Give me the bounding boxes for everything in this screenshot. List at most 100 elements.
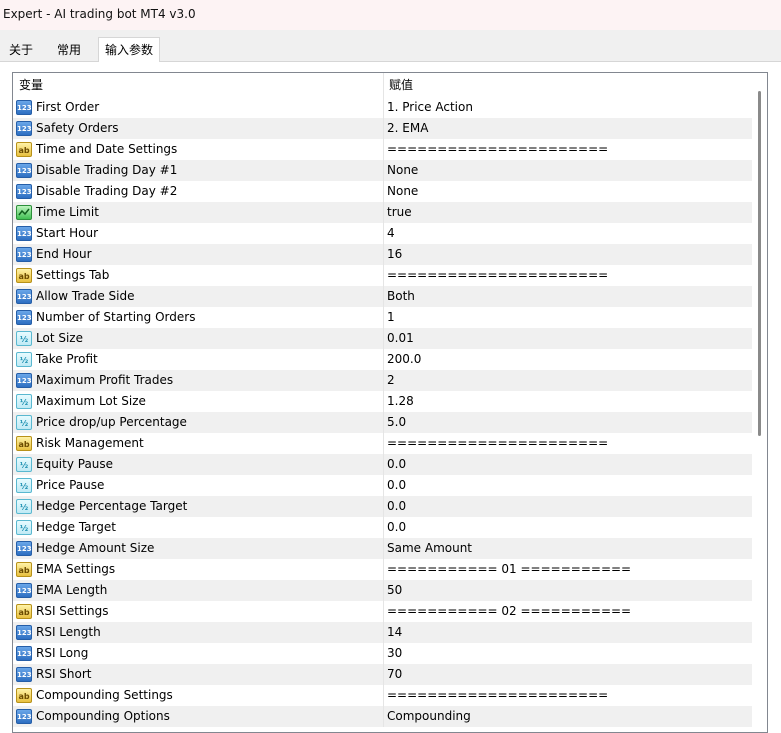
parameter-value[interactable]: 0.0	[387, 517, 406, 538]
parameter-value[interactable]: 0.01	[387, 328, 414, 349]
parameter-name: Lot Size	[36, 331, 83, 345]
integer-type-icon: 123	[16, 709, 32, 724]
parameter-name: End Hour	[36, 247, 92, 261]
table-row[interactable]: 123 Disable Trading Day #1 None	[13, 160, 753, 181]
string-type-icon: ab	[16, 562, 32, 577]
table-row[interactable]: ab Settings Tab ======================	[13, 265, 753, 286]
parameter-value[interactable]: 1	[387, 307, 395, 328]
parameter-value[interactable]: 50	[387, 580, 402, 601]
table-row[interactable]: 123 RSI Length 14	[13, 622, 753, 643]
parameter-value[interactable]: ======================	[387, 685, 608, 706]
parameter-name: Price drop/up Percentage	[36, 415, 187, 429]
vertical-scrollbar[interactable]	[752, 73, 767, 732]
column-divider	[383, 433, 384, 454]
table-row[interactable]: 123 RSI Short 70	[13, 664, 753, 685]
parameter-name: RSI Length	[36, 625, 101, 639]
parameter-value[interactable]: 14	[387, 622, 402, 643]
double-type-icon: ½	[16, 499, 32, 514]
double-type-icon: ½	[16, 478, 32, 493]
table-row[interactable]: ½ Maximum Lot Size 1.28	[13, 391, 753, 412]
tab-about[interactable]: 关于	[9, 39, 33, 62]
table-row[interactable]: ab Time and Date Settings ================…	[13, 139, 753, 160]
parameter-value[interactable]: 2. EMA	[387, 118, 428, 139]
parameter-value[interactable]: None	[387, 181, 418, 202]
parameter-value[interactable]: ======================	[387, 433, 608, 454]
parameter-name: Price Pause	[36, 478, 105, 492]
parameter-value[interactable]: 70	[387, 664, 402, 685]
parameter-value[interactable]: 2	[387, 370, 395, 391]
table-row[interactable]: Time Limit true	[13, 202, 753, 223]
column-divider	[383, 244, 384, 265]
parameter-value[interactable]: None	[387, 160, 418, 181]
integer-type-icon: 123	[16, 184, 32, 199]
inputs-table: 变量 赋值 123 First Order 1. Price Action 123 Sa…	[12, 72, 768, 733]
string-type-icon: ab	[16, 142, 32, 157]
parameter-name: RSI Long	[36, 646, 89, 660]
parameter-value[interactable]: true	[387, 202, 412, 223]
table-row[interactable]: 123 Maximum Profit Trades 2	[13, 370, 753, 391]
parameter-value[interactable]: =========== 01 ===========	[387, 559, 631, 580]
table-row[interactable]: ½ Hedge Target 0.0	[13, 517, 753, 538]
column-divider	[383, 139, 384, 160]
parameter-value[interactable]: 0.0	[387, 496, 406, 517]
table-row[interactable]: 123 Allow Trade Side Both	[13, 286, 753, 307]
table-row[interactable]: ½ Hedge Percentage Target 0.0	[13, 496, 753, 517]
column-divider	[383, 202, 384, 223]
table-row[interactable]: 123 Safety Orders 2. EMA	[13, 118, 753, 139]
parameter-name: Equity Pause	[36, 457, 114, 471]
double-type-icon: ½	[16, 415, 32, 430]
table-row[interactable]: 123 RSI Long 30	[13, 643, 753, 664]
table-row[interactable]: ½ Price Pause 0.0	[13, 475, 753, 496]
parameter-name: Number of Starting Orders	[36, 310, 196, 324]
integer-type-icon: 123	[16, 163, 32, 178]
table-row[interactable]: ab RSI Settings =========== 02 ===========	[13, 601, 753, 622]
parameter-value[interactable]: 0.0	[387, 475, 406, 496]
parameter-name: Maximum Profit Trades	[36, 373, 174, 387]
header-variable[interactable]: 变量	[13, 73, 43, 97]
table-row[interactable]: 123 First Order 1. Price Action	[13, 97, 753, 118]
parameter-value[interactable]: 4	[387, 223, 395, 244]
parameter-value[interactable]: 1. Price Action	[387, 97, 473, 118]
table-row[interactable]: ab EMA Settings =========== 01 ===========	[13, 559, 753, 580]
parameter-value[interactable]: 200.0	[387, 349, 421, 370]
table-row[interactable]: ½ Equity Pause 0.0	[13, 454, 753, 475]
parameter-name: Start Hour	[36, 226, 99, 240]
table-row[interactable]: 123 Start Hour 4	[13, 223, 753, 244]
parameter-name: Time Limit	[36, 205, 99, 219]
table-row[interactable]: ½ Take Profit 200.0	[13, 349, 753, 370]
header-value[interactable]: 赋值	[383, 73, 413, 97]
parameter-value[interactable]: =========== 02 ===========	[387, 601, 631, 622]
double-type-icon: ½	[16, 457, 32, 472]
parameter-value[interactable]: 1.28	[387, 391, 414, 412]
column-divider	[383, 454, 384, 475]
parameter-value[interactable]: ======================	[387, 265, 608, 286]
table-row[interactable]: 123 Hedge Amount Size Same Amount	[13, 538, 753, 559]
parameter-value[interactable]: Both	[387, 286, 415, 307]
parameter-value[interactable]: 16	[387, 244, 402, 265]
parameter-value[interactable]: ======================	[387, 139, 608, 160]
integer-type-icon: 123	[16, 310, 32, 325]
parameter-value[interactable]: 5.0	[387, 412, 406, 433]
table-row[interactable]: ½ Price drop/up Percentage 5.0	[13, 412, 753, 433]
column-divider	[383, 286, 384, 307]
scrollbar-thumb[interactable]	[758, 91, 761, 436]
parameter-value[interactable]: Same Amount	[387, 538, 472, 559]
parameter-name: Maximum Lot Size	[36, 394, 146, 408]
parameter-value[interactable]: 30	[387, 643, 402, 664]
table-row[interactable]: 123 Disable Trading Day #2 None	[13, 181, 753, 202]
table-row[interactable]: ½ Lot Size 0.01	[13, 328, 753, 349]
table-row[interactable]: ab Risk Management ======================	[13, 433, 753, 454]
parameter-value[interactable]: 0.0	[387, 454, 406, 475]
parameter-name: Hedge Target	[36, 520, 116, 534]
tab-inputs[interactable]: 输入参数	[98, 37, 161, 63]
table-row[interactable]: 123 EMA Length 50	[13, 580, 753, 601]
tab-content: 变量 赋值 123 First Order 1. Price Action 123 Sa…	[0, 62, 781, 733]
table-row[interactable]: ab Compounding Settings ==================…	[13, 685, 753, 706]
table-row[interactable]: 123 Number of Starting Orders 1	[13, 307, 753, 328]
table-row[interactable]: 123 End Hour 16	[13, 244, 753, 265]
integer-type-icon: 123	[16, 121, 32, 136]
parameter-name: Compounding Settings	[36, 688, 173, 702]
table-row[interactable]: 123 Compounding Options Compounding	[13, 706, 753, 727]
parameter-value[interactable]: Compounding	[387, 706, 471, 727]
tab-common[interactable]: 常用	[57, 39, 81, 62]
